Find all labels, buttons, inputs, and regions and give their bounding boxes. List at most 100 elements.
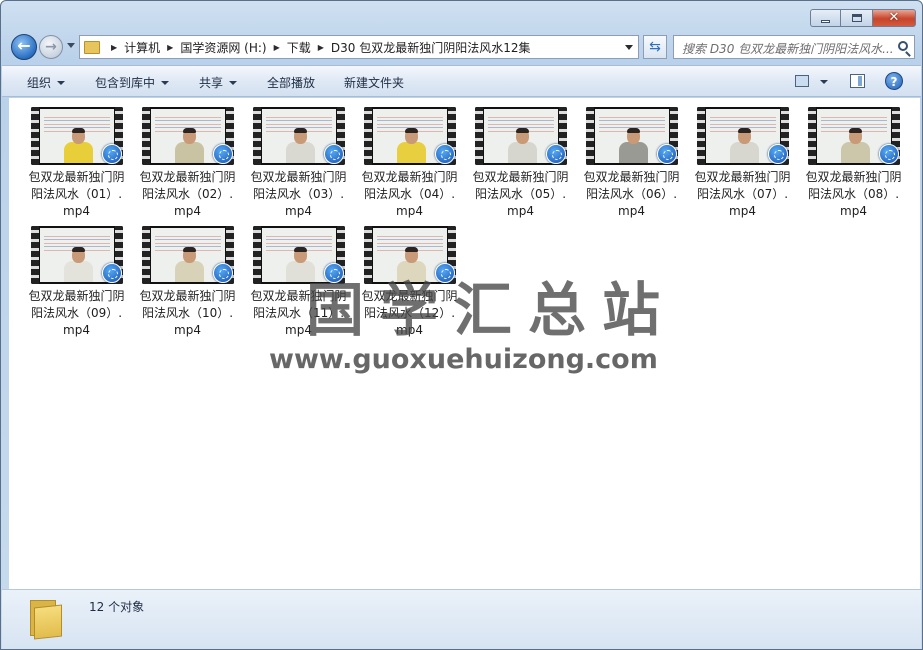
new-folder-label: 新建文件夹 [344,76,405,90]
explorer-window: ✕ ← → ▶ 计算机 ▶ 国学资源网 (H:) ▶ 下载 ▶ D30 包双龙最… [0,0,923,650]
search-icon[interactable] [898,41,908,51]
file-item[interactable]: 包双龙最新独门阴阳法风水（10）.mp4 [132,226,243,345]
chevron-right-icon[interactable]: ▶ [318,43,324,52]
video-thumbnail [30,226,123,284]
include-in-library-button[interactable]: 包含到库中 [95,74,170,91]
help-icon[interactable]: ? [885,72,903,90]
file-item[interactable]: 包双龙最新独门阴阳法风水（01）.mp4 [21,107,132,226]
play-all-label: 全部播放 [267,76,316,90]
chevron-right-icon[interactable]: ▶ [274,43,280,52]
organize-button[interactable]: 组织 [27,74,66,91]
file-name: 包双龙最新独门阴阳法风水（08）.mp4 [805,170,902,218]
media-player-icon [656,144,677,164]
presenter-image [174,128,204,163]
share-button[interactable]: 共享 [199,74,238,91]
new-folder-button[interactable]: 新建文件夹 [344,74,404,91]
command-bar: 组织 包含到库中 共享 全部播放 新建文件夹 ? [2,65,921,97]
chevron-down-icon [229,80,238,85]
search-placeholder: 搜索 D30 包双龙最新独门阴阳法风水... [682,42,894,56]
file-name: 包双龙最新独门阴阳法风水（07）.mp4 [694,170,791,218]
minimize-icon [821,19,830,23]
chevron-down-icon [57,80,66,85]
back-button[interactable]: ← [11,34,37,60]
close-button[interactable]: ✕ [872,9,916,27]
breadcrumb-downloads[interactable]: 下载 [287,39,311,56]
presenter-image [840,128,870,163]
details-pane: 12 个对象 [2,589,921,649]
chevron-right-icon[interactable]: ▶ [111,43,117,52]
refresh-icon: ⇆ [649,39,661,55]
chevron-down-icon [161,80,170,85]
video-thumbnail [252,107,345,165]
presenter-image [63,128,93,163]
watermark-url: www.guoxuehuizong.com [269,344,658,375]
presenter-image [63,247,93,282]
file-name: 包双龙最新独门阴阳法风水（10）.mp4 [139,289,236,337]
media-player-icon [101,144,122,164]
change-view-icon[interactable] [795,75,809,87]
include-library-label: 包含到库中 [95,76,156,90]
file-item[interactable]: 包双龙最新独门阴阳法风水（07）.mp4 [687,107,798,226]
media-player-icon [545,144,566,164]
file-name: 包双龙最新独门阴阳法风水（02）.mp4 [139,170,236,218]
preview-pane-icon[interactable] [850,74,865,88]
presenter-image [174,247,204,282]
media-player-icon [323,144,344,164]
video-thumbnail [807,107,900,165]
file-item[interactable]: 包双龙最新独门阴阳法风水（04）.mp4 [354,107,465,226]
file-name: 包双龙最新独门阴阳法风水（05）.mp4 [472,170,569,218]
video-thumbnail [363,107,456,165]
breadcrumb-computer[interactable]: 计算机 [124,39,160,56]
window-caption-buttons: ✕ [810,9,916,27]
close-icon: ✕ [888,10,900,25]
folder-icon [28,598,64,640]
media-player-icon [212,144,233,164]
presenter-image [285,128,315,163]
file-item[interactable]: 包双龙最新独门阴阳法风水（03）.mp4 [243,107,354,226]
address-dropdown-icon[interactable] [625,45,633,50]
share-label: 共享 [199,76,224,90]
minimize-button[interactable] [810,9,840,27]
file-item[interactable]: 包双龙最新独门阴阳法风水（08）.mp4 [798,107,909,226]
video-thumbnail [141,107,234,165]
presenter-image [507,128,537,163]
refresh-button[interactable]: ⇆ [643,35,667,59]
media-player-icon [434,144,455,164]
video-thumbnail [474,107,567,165]
play-all-button[interactable]: 全部播放 [267,74,315,91]
video-thumbnail [30,107,123,165]
maximize-icon [851,14,862,22]
media-player-icon [878,144,899,164]
forward-arrow-icon: → [45,39,57,55]
chevron-right-icon[interactable]: ▶ [167,43,173,52]
organize-label: 组织 [27,76,52,90]
back-arrow-icon: ← [17,36,31,55]
breadcrumb-drive[interactable]: 国学资源网 (H:) [180,39,266,56]
file-name: 包双龙最新独门阴阳法风水（03）.mp4 [250,170,347,218]
forward-button[interactable]: → [39,35,63,59]
media-player-icon [212,263,233,283]
recent-pages-dropdown[interactable] [67,43,75,48]
file-item[interactable]: 包双龙最新独门阴阳法风水（09）.mp4 [21,226,132,345]
breadcrumb-current-folder[interactable]: D30 包双龙最新独门阴阳法风水12集 [331,39,531,56]
video-thumbnail [585,107,678,165]
video-thumbnail [141,226,234,284]
file-name: 包双龙最新独门阴阳法风水（04）.mp4 [361,170,458,218]
presenter-image [396,128,426,163]
file-name: 包双龙最新独门阴阳法风水（01）.mp4 [28,170,125,218]
address-bar[interactable]: ▶ 计算机 ▶ 国学资源网 (H:) ▶ 下载 ▶ D30 包双龙最新独门阴阳法… [79,35,639,59]
file-item[interactable]: 包双龙最新独门阴阳法风水（02）.mp4 [132,107,243,226]
item-count: 12 个对象 [89,600,145,614]
media-player-icon [767,144,788,164]
search-input[interactable]: 搜索 D30 包双龙最新独门阴阳法风水... [673,35,915,59]
presenter-image [729,128,759,163]
watermark-title: 国学汇总站 [306,276,677,344]
view-options-dropdown[interactable] [820,80,828,84]
video-thumbnail [696,107,789,165]
presenter-image [618,128,648,163]
media-player-icon [101,263,122,283]
maximize-button[interactable] [840,9,872,27]
file-item[interactable]: 包双龙最新独门阴阳法风水（06）.mp4 [576,107,687,226]
file-item[interactable]: 包双龙最新独门阴阳法风水（05）.mp4 [465,107,576,226]
folder-icon [84,40,100,54]
